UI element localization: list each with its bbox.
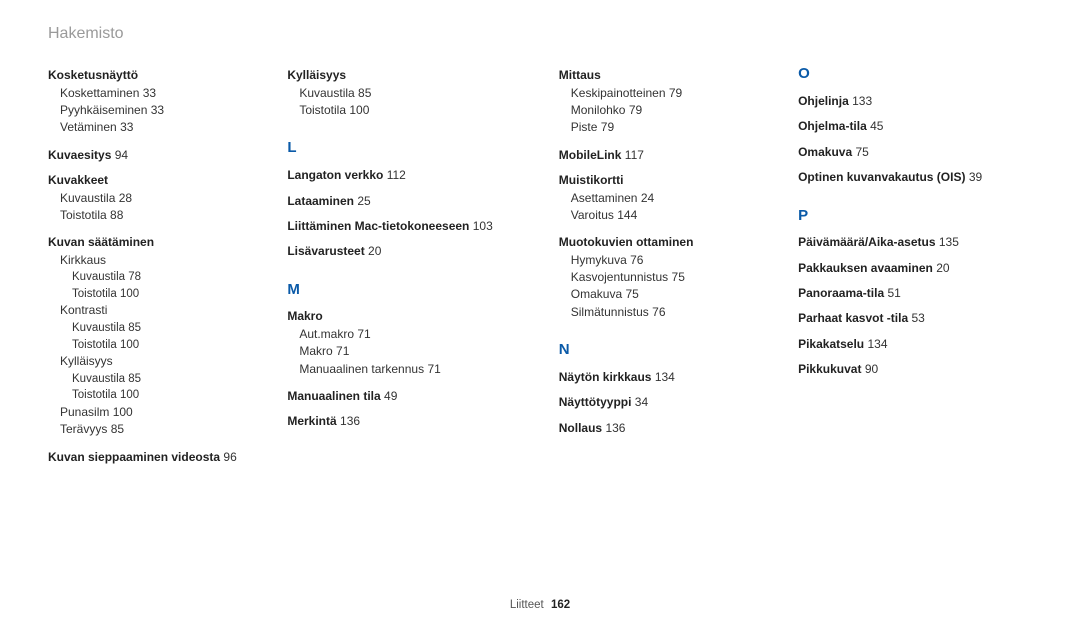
entry-parhaat: Parhaat kasvot -tila 53 bbox=[798, 310, 1032, 327]
column-3: Mittaus Keskipainotteinen 79 Monilohko 7… bbox=[559, 63, 788, 466]
sub-entry: Omakuva 75 bbox=[571, 286, 788, 303]
subsub-entry: Kuvaustila 85 bbox=[72, 371, 277, 388]
subsub-entry: Toistotila 100 bbox=[72, 337, 277, 354]
entry-kosketusnaytto: Kosketusnäyttö bbox=[48, 67, 277, 84]
sub-entry: Koskettaminen 33 bbox=[60, 85, 277, 102]
entry-optinen: Optinen kuvanvakautus (OIS) 39 bbox=[798, 169, 1032, 186]
entry-lisavarusteet: Lisävarusteet 20 bbox=[287, 243, 548, 260]
sub-entry: Asettaminen 24 bbox=[571, 190, 788, 207]
column-1: Kosketusnäyttö Koskettaminen 33 Pyyhkäis… bbox=[48, 63, 277, 466]
section-letter-m: M bbox=[287, 279, 548, 301]
entry-nollaus: Nollaus 136 bbox=[559, 420, 788, 437]
page-title: Hakemisto bbox=[48, 22, 1032, 45]
sub-entry: Keskipainotteinen 79 bbox=[571, 85, 788, 102]
section-letter-n: N bbox=[559, 339, 788, 361]
sub-entry: Manuaalinen tarkennus 71 bbox=[299, 361, 548, 378]
sub-group-kirkkaus: Kirkkaus bbox=[60, 252, 277, 269]
entry-ohjelinja: Ohjelinja 133 bbox=[798, 93, 1032, 110]
sub-entry: Vetäminen 33 bbox=[60, 119, 277, 136]
sub-entry: Monilohko 79 bbox=[571, 102, 788, 119]
entry-kuvaesitys: Kuvaesitys 94 bbox=[48, 147, 277, 164]
column-4: O Ohjelinja 133 Ohjelma-tila 45 Omakuva … bbox=[798, 63, 1032, 466]
sub-group-kyllaisyys: Kylläisyys bbox=[60, 353, 277, 370]
sub-entry: Kuvaustila 28 bbox=[60, 190, 277, 207]
entry-kuvansaataminen: Kuvan säätäminen bbox=[48, 234, 277, 251]
entry-merkinta: Merkintä 136 bbox=[287, 413, 548, 430]
sub-entry: Piste 79 bbox=[571, 119, 788, 136]
section-letter-o: O bbox=[798, 63, 1032, 85]
subsub-entry: Toistotila 100 bbox=[72, 286, 277, 303]
entry-manuaalinen: Manuaalinen tila 49 bbox=[287, 388, 548, 405]
sub-entry: Toistotila 88 bbox=[60, 207, 277, 224]
entry-kuvakkeet: Kuvakkeet bbox=[48, 172, 277, 189]
entry-kyllaisyys: Kylläisyys bbox=[287, 67, 548, 84]
footer-section-label: Liitteet bbox=[510, 599, 544, 611]
entry-sieppaaminen: Kuvan sieppaaminen videosta 96 bbox=[48, 449, 277, 466]
sub-entry: Hymykuva 76 bbox=[571, 252, 788, 269]
sub-entry: Punasilm 100 bbox=[60, 404, 277, 421]
entry-paivamaara: Päivämäärä/Aika-asetus 135 bbox=[798, 234, 1032, 251]
entry-pikkukuvat: Pikkukuvat 90 bbox=[798, 361, 1032, 378]
sub-entry: Varoitus 144 bbox=[571, 207, 788, 224]
entry-mittaus: Mittaus bbox=[559, 67, 788, 84]
entry-makro: Makro bbox=[287, 308, 548, 325]
entry-omakuva: Omakuva 75 bbox=[798, 144, 1032, 161]
sub-entry: Silmätunnistus 76 bbox=[571, 304, 788, 321]
entry-muotokuvien: Muotokuvien ottaminen bbox=[559, 234, 788, 251]
subsub-entry: Kuvaustila 78 bbox=[72, 269, 277, 286]
entry-pikakatselu: Pikakatselu 134 bbox=[798, 336, 1032, 353]
footer-page-number: 162 bbox=[551, 599, 570, 611]
entry-lataaminen: Lataaminen 25 bbox=[287, 193, 548, 210]
sub-entry: Pyyhkäiseminen 33 bbox=[60, 102, 277, 119]
entry-nayttotyyppi: Näyttötyyppi 34 bbox=[559, 394, 788, 411]
column-2: Kylläisyys Kuvaustila 85 Toistotila 100 … bbox=[287, 63, 548, 466]
sub-entry: Toistotila 100 bbox=[299, 102, 548, 119]
section-letter-p: P bbox=[798, 205, 1032, 227]
entry-nayton: Näytön kirkkaus 134 bbox=[559, 369, 788, 386]
sub-entry: Kuvaustila 85 bbox=[299, 85, 548, 102]
sub-entry: Aut.makro 71 bbox=[299, 326, 548, 343]
page-footer: Liitteet 162 bbox=[0, 597, 1080, 614]
sub-entry: Makro 71 bbox=[299, 343, 548, 360]
subsub-entry: Toistotila 100 bbox=[72, 387, 277, 404]
entry-muistikortti: Muistikortti bbox=[559, 172, 788, 189]
entry-panoraama: Panoraama-tila 51 bbox=[798, 285, 1032, 302]
entry-langaton: Langaton verkko 112 bbox=[287, 167, 548, 184]
entry-pakkauksen: Pakkauksen avaaminen 20 bbox=[798, 260, 1032, 277]
sub-group-kontrasti: Kontrasti bbox=[60, 302, 277, 319]
sub-entry: Kasvojentunnistus 75 bbox=[571, 269, 788, 286]
entry-mobilelink: MobileLink 117 bbox=[559, 147, 788, 164]
index-columns: Kosketusnäyttö Koskettaminen 33 Pyyhkäis… bbox=[48, 63, 1032, 466]
entry-ohjelmatila: Ohjelma-tila 45 bbox=[798, 118, 1032, 135]
subsub-entry: Kuvaustila 85 bbox=[72, 320, 277, 337]
section-letter-l: L bbox=[287, 137, 548, 159]
entry-liittaminen: Liittäminen Mac-tietokoneeseen 103 bbox=[287, 218, 548, 235]
sub-entry: Terävyys 85 bbox=[60, 421, 277, 438]
